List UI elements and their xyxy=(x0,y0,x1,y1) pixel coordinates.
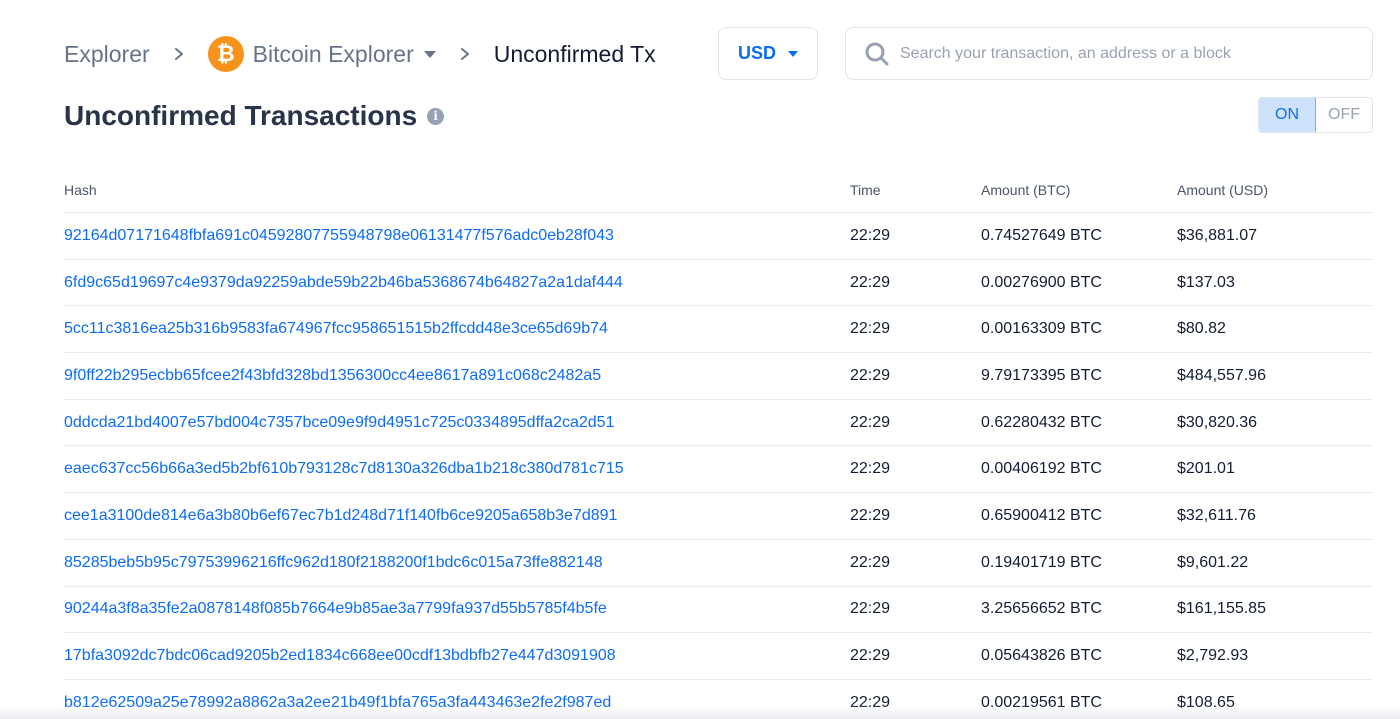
tx-amount-btc: 0.00163309 BTC xyxy=(981,320,1102,338)
breadcrumb-explorer-link[interactable]: Explorer xyxy=(64,41,150,68)
tx-hash-link[interactable]: 90244a3f8a35fe2a0878148f085b7664e9b85ae3… xyxy=(64,600,607,617)
chevron-right-icon xyxy=(458,47,472,61)
tx-hash-link[interactable]: cee1a3100de814e6a3b80b6ef67ec7b1d248d71f… xyxy=(64,507,617,524)
tx-amount-btc: 0.00276900 BTC xyxy=(981,273,1102,291)
table-row: 0ddcda21bd4007e57bd004c7357bce09e9f9d495… xyxy=(64,400,1373,447)
tx-hash-link[interactable]: eaec637cc56b66a3ed5b2bf610b793128c7d8130… xyxy=(64,460,624,477)
tx-time: 22:29 xyxy=(850,647,891,665)
tx-amount-btc: 9.79173395 BTC xyxy=(981,366,1102,384)
currency-selector[interactable]: USD xyxy=(718,27,818,80)
table-body: 92164d07171648fbfa691c04592807755948798e… xyxy=(64,213,1373,719)
column-header-amount-btc: Amount (BTC) xyxy=(981,182,1071,198)
table-row: 5cc11c3816ea25b316b9583fa674967fcc958651… xyxy=(64,306,1373,354)
live-update-toggle: ON OFF xyxy=(1258,97,1373,133)
table-row: 9f0ff22b295ecbb65fcee2f43bfd328bd1356300… xyxy=(64,353,1373,400)
column-header-hash: Hash xyxy=(64,182,97,198)
tx-amount-usd: $137.03 xyxy=(1177,273,1235,291)
tx-hash-link[interactable]: 17bfa3092dc7bdc06cad9205b2ed1834c668ee00… xyxy=(64,647,616,664)
tx-amount-usd: $484,557.96 xyxy=(1177,366,1266,384)
info-icon[interactable]: i xyxy=(427,107,445,125)
table-row: cee1a3100de814e6a3b80b6ef67ec7b1d248d71f… xyxy=(64,493,1373,540)
tx-amount-btc: 0.62280432 BTC xyxy=(981,413,1102,431)
page: Explorer ₿ Bitcoin Explorer Unconfirmed … xyxy=(0,0,1400,719)
table-row: eaec637cc56b66a3ed5b2bf610b793128c7d8130… xyxy=(64,446,1373,494)
breadcrumb: Explorer ₿ Bitcoin Explorer Unconfirmed … xyxy=(64,28,656,80)
table-row: b812e62509a25e78992a8862a3a2ee21b49f1bfa… xyxy=(64,680,1373,719)
tx-amount-usd: $30,820.36 xyxy=(1177,413,1258,431)
search-input[interactable] xyxy=(900,44,1372,63)
table-row: 92164d07171648fbfa691c04592807755948798e… xyxy=(64,213,1373,260)
tx-hash-link[interactable]: b812e62509a25e78992a8862a3a2ee21b49f1bfa… xyxy=(64,694,611,711)
tx-amount-btc: 0.05643826 BTC xyxy=(981,647,1102,665)
caret-down-icon xyxy=(788,50,798,57)
transactions-table: Hash Time Amount (BTC) Amount (USD) 9216… xyxy=(64,168,1373,719)
currency-selected: USD xyxy=(737,43,776,63)
table-header: Hash Time Amount (BTC) Amount (USD) xyxy=(64,168,1373,213)
tx-time: 22:29 xyxy=(850,226,891,244)
breadcrumb-current: Unconfirmed Tx xyxy=(493,40,656,67)
bitcoin-logo-icon: ₿ xyxy=(207,36,244,72)
tx-amount-usd: $161,155.85 xyxy=(1177,600,1266,618)
tx-amount-usd: $108.65 xyxy=(1177,693,1235,711)
tx-time: 22:29 xyxy=(850,273,891,291)
tx-hash-link[interactable]: 6fd9c65d19697c4e9379da92259abde59b22b46b… xyxy=(64,274,623,291)
page-title-container: Unconfirmed Transactions i xyxy=(64,96,445,136)
toggle-off-button[interactable]: OFF xyxy=(1316,98,1372,132)
caret-down-icon xyxy=(423,50,436,58)
search-icon xyxy=(864,41,890,67)
explorer-dropdown[interactable]: ₿ Bitcoin Explorer xyxy=(207,36,436,72)
table-row: 90244a3f8a35fe2a0878148f085b7664e9b85ae3… xyxy=(64,587,1373,634)
chevron-right-icon xyxy=(172,47,186,61)
tx-amount-usd: $9,601.22 xyxy=(1177,553,1249,571)
tx-amount-btc: 0.00219561 BTC xyxy=(981,693,1102,711)
table-row: 6fd9c65d19697c4e9379da92259abde59b22b46b… xyxy=(64,260,1373,307)
tx-time: 22:29 xyxy=(850,413,891,431)
tx-amount-btc: 0.74527649 BTC xyxy=(981,226,1102,244)
tx-time: 22:29 xyxy=(850,506,891,524)
tx-time: 22:29 xyxy=(850,553,891,571)
tx-time: 22:29 xyxy=(850,693,891,711)
search-box[interactable] xyxy=(845,27,1373,80)
tx-amount-btc: 0.00406192 BTC xyxy=(981,460,1102,478)
tx-time: 22:29 xyxy=(850,600,891,618)
column-header-amount-usd: Amount (USD) xyxy=(1177,182,1269,198)
tx-amount-usd: $32,611.76 xyxy=(1177,506,1256,524)
tx-amount-usd: $201.01 xyxy=(1177,460,1235,478)
tx-amount-btc: 0.19401719 BTC xyxy=(981,553,1102,571)
tx-amount-usd: $2,792.93 xyxy=(1177,647,1249,665)
explorer-dropdown-label: Bitcoin Explorer xyxy=(252,40,414,67)
tx-time: 22:29 xyxy=(850,320,891,338)
tx-hash-link[interactable]: 0ddcda21bd4007e57bd004c7357bce09e9f9d495… xyxy=(64,414,614,431)
tx-hash-link[interactable]: 85285beb5b95c79753996216ffc962d180f21882… xyxy=(64,554,603,571)
toggle-on-button[interactable]: ON xyxy=(1259,98,1316,132)
tx-time: 22:29 xyxy=(850,460,891,478)
tx-hash-link[interactable]: 5cc11c3816ea25b316b9583fa674967fcc958651… xyxy=(64,320,608,337)
tx-time: 22:29 xyxy=(850,366,891,384)
tx-hash-link[interactable]: 9f0ff22b295ecbb65fcee2f43bfd328bd1356300… xyxy=(64,367,601,384)
table-row: 85285beb5b95c79753996216ffc962d180f21882… xyxy=(64,540,1373,587)
tx-amount-usd: $36,881.07 xyxy=(1177,226,1258,244)
tx-amount-btc: 3.25656652 BTC xyxy=(981,600,1102,618)
column-header-time: Time xyxy=(850,182,881,198)
table-row: 17bfa3092dc7bdc06cad9205b2ed1834c668ee00… xyxy=(64,633,1373,680)
tx-hash-link[interactable]: 92164d07171648fbfa691c04592807755948798e… xyxy=(64,227,614,244)
tx-amount-usd: $80.82 xyxy=(1177,320,1226,338)
page-title: Unconfirmed Transactions xyxy=(64,100,418,131)
tx-amount-btc: 0.65900412 BTC xyxy=(981,506,1102,524)
